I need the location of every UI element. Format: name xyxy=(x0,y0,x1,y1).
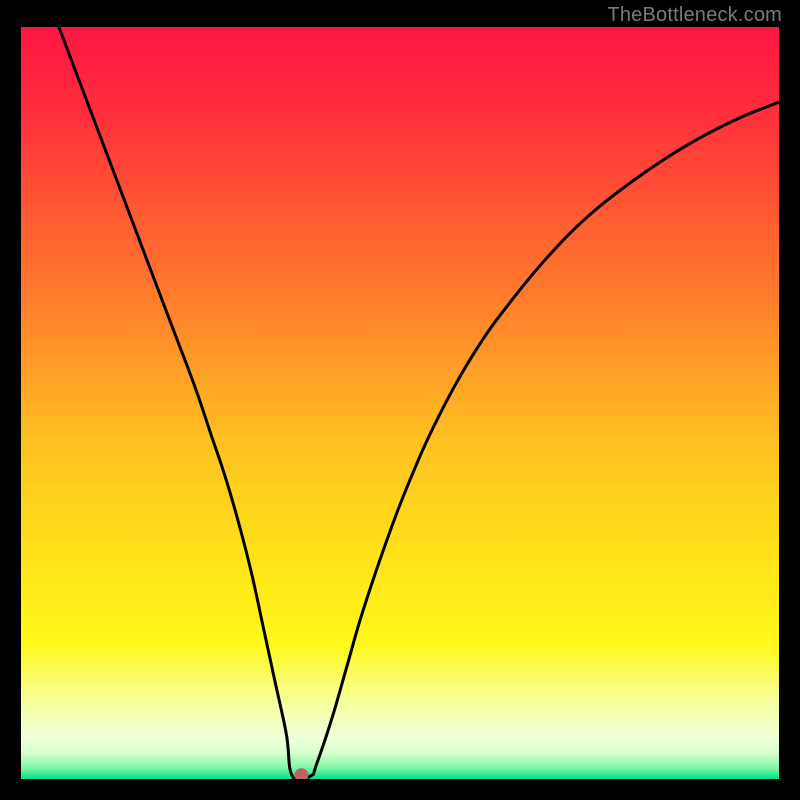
gradient-background xyxy=(21,27,779,779)
bottleneck-chart xyxy=(21,27,779,779)
chart-frame: TheBottleneck.com xyxy=(0,0,800,800)
plot-area xyxy=(21,27,779,779)
watermark-text: TheBottleneck.com xyxy=(607,4,782,27)
